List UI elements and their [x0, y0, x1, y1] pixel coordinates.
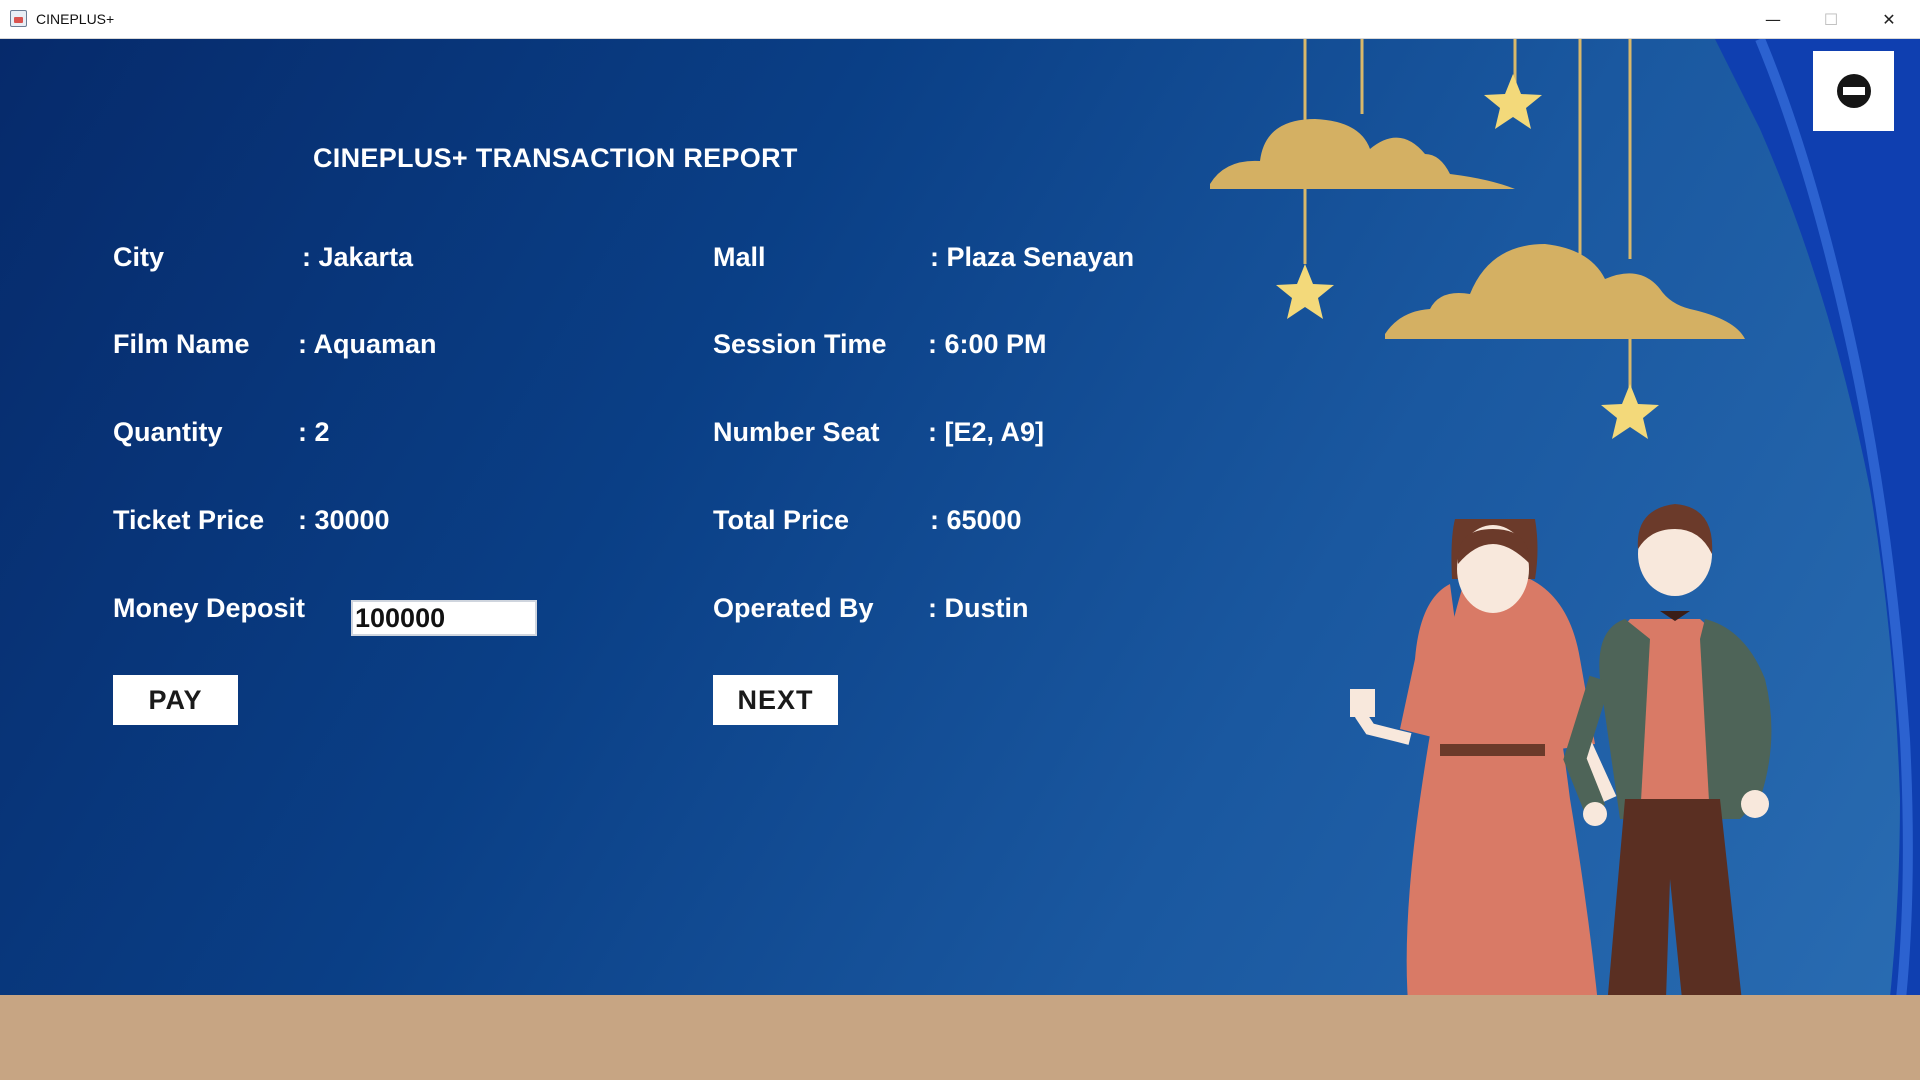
- star-shape: [1601, 384, 1659, 439]
- money-deposit-input[interactable]: [351, 600, 537, 636]
- mall-value: : Plaza Senayan: [930, 242, 1135, 272]
- exit-button[interactable]: [1813, 51, 1894, 131]
- city-value: : Jakarta: [302, 242, 414, 272]
- no-entry-icon: [1836, 74, 1871, 108]
- couple-illustration: [1210, 39, 1920, 1080]
- operated-by-value: : Dustin: [928, 593, 1029, 623]
- cloud-shape: [1210, 119, 1515, 189]
- session-time-value: : 6:00 PM: [928, 329, 1047, 359]
- film-name-value: : Aquaman: [298, 329, 437, 359]
- number-seat-label: Number Seat: [713, 417, 880, 447]
- star-shape: [1276, 264, 1334, 319]
- total-price-value: : 65000: [930, 505, 1022, 535]
- close-button[interactable]: ✕: [1860, 0, 1918, 38]
- ticket-price-label: Ticket Price: [113, 505, 265, 535]
- money-deposit-label: Money Deposit: [113, 593, 306, 623]
- minimize-button[interactable]: —: [1744, 0, 1802, 38]
- film-name-label: Film Name: [113, 329, 250, 359]
- window-titlebar: CINEPLUS+ — ☐ ✕: [0, 0, 1920, 39]
- quantity-label: Quantity: [113, 417, 223, 447]
- main-panel: CINEPLUS+ TRANSACTION REPORT City : Jaka…: [0, 39, 1920, 1080]
- maximize-button[interactable]: ☐: [1802, 0, 1860, 38]
- quantity-value: : 2: [298, 417, 330, 447]
- operated-by-label: Operated By: [713, 593, 874, 623]
- session-time-label: Session Time: [713, 329, 887, 359]
- window-title: CINEPLUS+: [36, 11, 115, 27]
- java-app-icon: [10, 10, 27, 27]
- next-button[interactable]: NEXT: [713, 675, 838, 725]
- star-shape: [1484, 74, 1542, 129]
- report-title: CINEPLUS+ TRANSACTION REPORT: [313, 143, 798, 173]
- ticket-price-value: : 30000: [298, 505, 390, 535]
- cloud-shape: [1385, 244, 1745, 339]
- pay-button[interactable]: PAY: [113, 675, 238, 725]
- city-label: City: [113, 242, 165, 272]
- number-seat-value: : [E2, A9]: [928, 417, 1045, 447]
- total-price-label: Total Price: [713, 505, 850, 535]
- mall-label: Mall: [713, 242, 766, 272]
- stage-floor: [0, 995, 1920, 1080]
